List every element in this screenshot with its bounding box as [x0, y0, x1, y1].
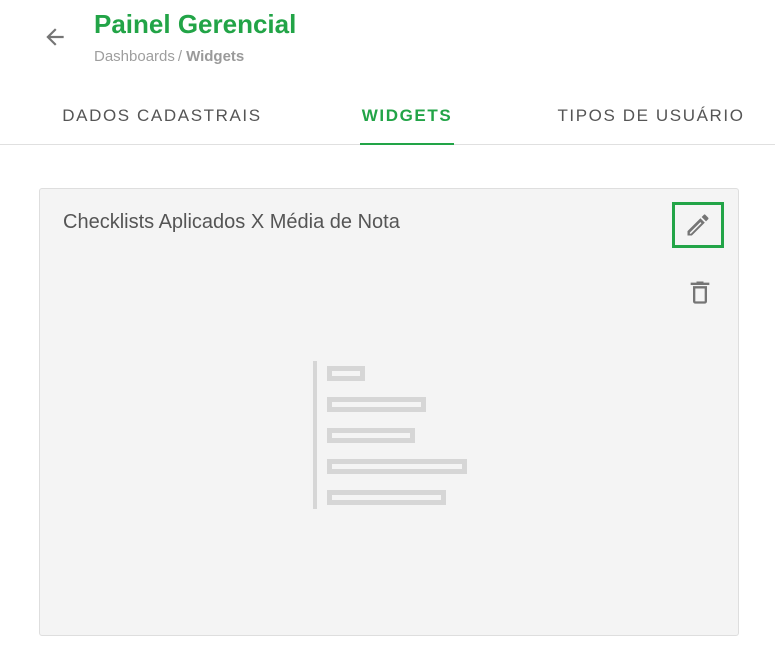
tab-widgets[interactable]: WIDGETS	[360, 88, 454, 145]
arrow-left-icon	[46, 28, 64, 46]
breadcrumb-separator: /	[177, 48, 183, 65]
delete-widget-button[interactable]	[685, 277, 715, 307]
trash-icon	[690, 281, 710, 304]
tab-tipos-de-usuario[interactable]: TIPOS DE USUÁRIO	[554, 88, 748, 144]
tab-dados-cadastrais[interactable]: DADOS CADASTRAIS	[58, 88, 266, 144]
page-title: Painel Gerencial	[94, 9, 297, 39]
breadcrumb-link-dashboards[interactable]: Dashboards	[94, 48, 175, 65]
page: Painel Gerencial Dashboards / Widgets DADO…	[0, 0, 775, 649]
breadcrumb: Dashboards / Widgets	[94, 48, 244, 65]
breadcrumb-current: Widgets	[186, 48, 245, 65]
pencil-icon	[687, 214, 709, 236]
bar-chart-placeholder-icon	[313, 361, 467, 509]
tab-bar: DADOS CADASTRAIS WIDGETS TIPOS DE USUÁRI…	[0, 88, 775, 145]
widget-title: Checklists Aplicados X Média de Nota	[63, 211, 400, 233]
edit-widget-button[interactable]	[672, 202, 724, 248]
back-button[interactable]	[38, 20, 72, 54]
widget-card: Checklists Aplicados X Média de Nota	[39, 188, 739, 636]
